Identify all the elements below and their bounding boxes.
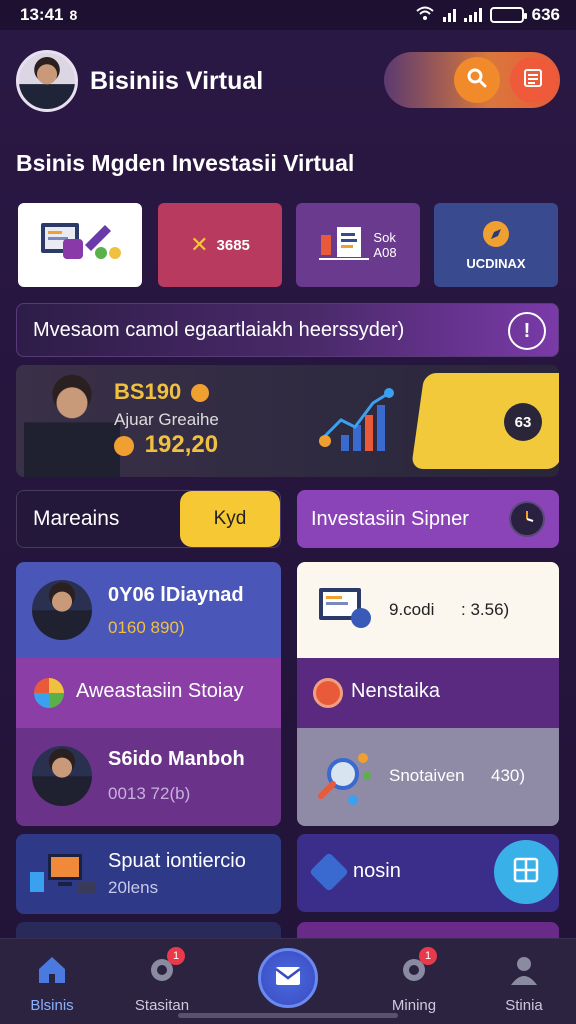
snotaiven-text: Snotaiven — [389, 766, 465, 785]
feature-cards: ✕ 3685 Sok A08 UCDINAX — [18, 203, 558, 287]
nav-mining-label: Mining — [391, 997, 437, 1014]
growth-chart-icon — [311, 385, 401, 455]
feature-card-3[interactable]: Sok A08 — [296, 203, 420, 287]
profile-name-2: S6ido Manboh — [108, 748, 245, 770]
investasi-pill[interactable]: Investasiin Sipner — [297, 490, 559, 548]
info-icon[interactable]: ! — [508, 312, 546, 350]
magnifier-icon — [313, 746, 377, 813]
badge-icon — [313, 678, 343, 708]
nenstaika-row[interactable]: Nenstaika — [297, 658, 559, 728]
nosin-label: nosin — [353, 860, 401, 882]
feature-card-4-label: UCDINAX — [466, 256, 526, 271]
right-panel: 9.codi : 3.56) Nenstaika Snotaiven 430) — [297, 562, 559, 826]
hero-amount: 192,20 — [114, 431, 218, 459]
nav-center-button[interactable] — [258, 948, 318, 1008]
spuat-sub: 20lens — [108, 878, 159, 897]
search-icon — [465, 66, 489, 95]
notification-badge: 1 — [419, 947, 437, 965]
nav-stasitan-label: Stasitan — [134, 997, 190, 1014]
spuat-title: Spuat iontiercio — [108, 850, 246, 872]
status-time: 13:41 — [20, 5, 64, 24]
menu-button[interactable] — [510, 57, 556, 103]
kyd-button[interactable]: Kyd — [180, 491, 280, 547]
feature-card-3-line2: A08 — [373, 245, 397, 260]
section-title: Bsinis Mgden Investasii Virtual — [16, 150, 355, 176]
stoiay-row[interactable]: Aweastasiin Stoiay — [16, 658, 281, 728]
snotaiven-value: 430) — [491, 766, 526, 785]
document-icon — [319, 223, 370, 267]
compass-icon — [481, 219, 511, 252]
menu-icon — [521, 66, 545, 95]
investasi-label: Investasiin Sipner — [311, 507, 469, 530]
nav-home-label: Blsinis — [30, 997, 74, 1014]
nenstaika-label: Nenstaika — [351, 680, 440, 702]
laptop-icon — [317, 584, 373, 637]
stoiay-label: Aweastasiin Stoiay — [76, 680, 244, 702]
profile-card-1[interactable]: 0Y06 lDiaynad 0160 890) — [16, 562, 281, 658]
star-icon — [309, 852, 349, 892]
chart-pie-icon — [34, 678, 64, 708]
search-button[interactable] — [454, 57, 500, 103]
mail-icon — [274, 964, 302, 993]
hero-avatar — [24, 371, 120, 477]
profile-stat-2: 0013 72(b) — [108, 784, 191, 803]
feature-card-3-line1: Sok — [373, 230, 396, 245]
hero-subtitle: Ajuar Greaihe — [114, 410, 219, 429]
dashboard-icon — [35, 215, 125, 275]
mareains-label: Mareains — [33, 507, 120, 530]
avatar[interactable] — [16, 50, 78, 112]
avatar — [32, 580, 92, 640]
notice-banner[interactable]: Mvesaom camol egaartlaiakh heerssyder) ! — [16, 303, 559, 357]
nav-home[interactable]: Blsinis — [2, 939, 102, 1024]
battery-text: 636 — [531, 5, 560, 24]
grid-icon — [512, 856, 540, 889]
spuat-tile[interactable]: Spuat iontiercio 20lens — [16, 834, 281, 914]
nav-stasitan[interactable]: 1 Stasitan — [112, 939, 212, 1024]
nav-profile[interactable]: Stinia — [474, 939, 574, 1024]
mareains-pill[interactable]: Mareains Kyd — [16, 490, 281, 548]
hero-score: BS190 — [114, 379, 210, 405]
profile-card-2[interactable]: S6ido Manboh 0013 72(b) — [16, 728, 281, 826]
left-panel: 0Y06 lDiaynad 0160 890) Aweastasiin Stoi… — [16, 562, 281, 826]
nav-mining[interactable]: 1 Mining — [364, 939, 464, 1024]
codi-text: 9.codi — [389, 600, 435, 619]
feature-card-2-label: 3685 — [216, 236, 250, 254]
codi-value: : 3.56) — [461, 600, 510, 619]
hero-badge[interactable]: 63 — [504, 403, 542, 441]
hero-card[interactable]: BS190 Ajuar Greaihe 192,20 63 — [16, 365, 559, 477]
header-actions — [384, 52, 560, 108]
home-indicator — [178, 1013, 398, 1018]
coin-icon — [114, 435, 134, 456]
signal-icon-2 — [463, 8, 482, 22]
snotaiven-card[interactable]: Snotaiven 430) — [297, 728, 559, 826]
clock-icon — [509, 501, 545, 537]
status-time-suffix: 8 — [69, 7, 78, 23]
battery-icon — [489, 7, 527, 23]
computer-icon — [28, 852, 98, 903]
tools-icon: ✕ — [190, 232, 209, 257]
header: Bisiniis Virtual — [16, 48, 560, 114]
gear-icon: 1 — [145, 947, 185, 987]
nav-profile-label: Stinia — [505, 997, 543, 1014]
app-title: Bisiniis Virtual — [90, 66, 264, 95]
wifi-icon — [415, 5, 435, 26]
profile-stat-1: 0160 890) — [108, 618, 185, 637]
avatar — [32, 746, 92, 806]
grid-fab-button[interactable] — [494, 840, 558, 904]
notice-banner-text: Mvesaom camol egaartlaiakh heerssyder) — [33, 318, 405, 341]
status-bar: 13:41 8 636 — [0, 0, 576, 30]
notification-badge: 1 — [167, 947, 185, 965]
user-icon — [507, 953, 541, 987]
feature-card-1[interactable] — [18, 203, 142, 287]
feature-card-2[interactable]: ✕ 3685 — [158, 203, 282, 287]
home-icon — [35, 953, 69, 987]
gear-icon: 1 — [397, 947, 437, 987]
signal-icon — [442, 8, 456, 22]
feature-card-4[interactable]: UCDINAX — [434, 203, 558, 287]
codi-card[interactable]: 9.codi : 3.56) — [297, 562, 559, 658]
profile-name-1: 0Y06 lDiaynad — [108, 584, 244, 606]
coin-icon — [191, 384, 210, 403]
